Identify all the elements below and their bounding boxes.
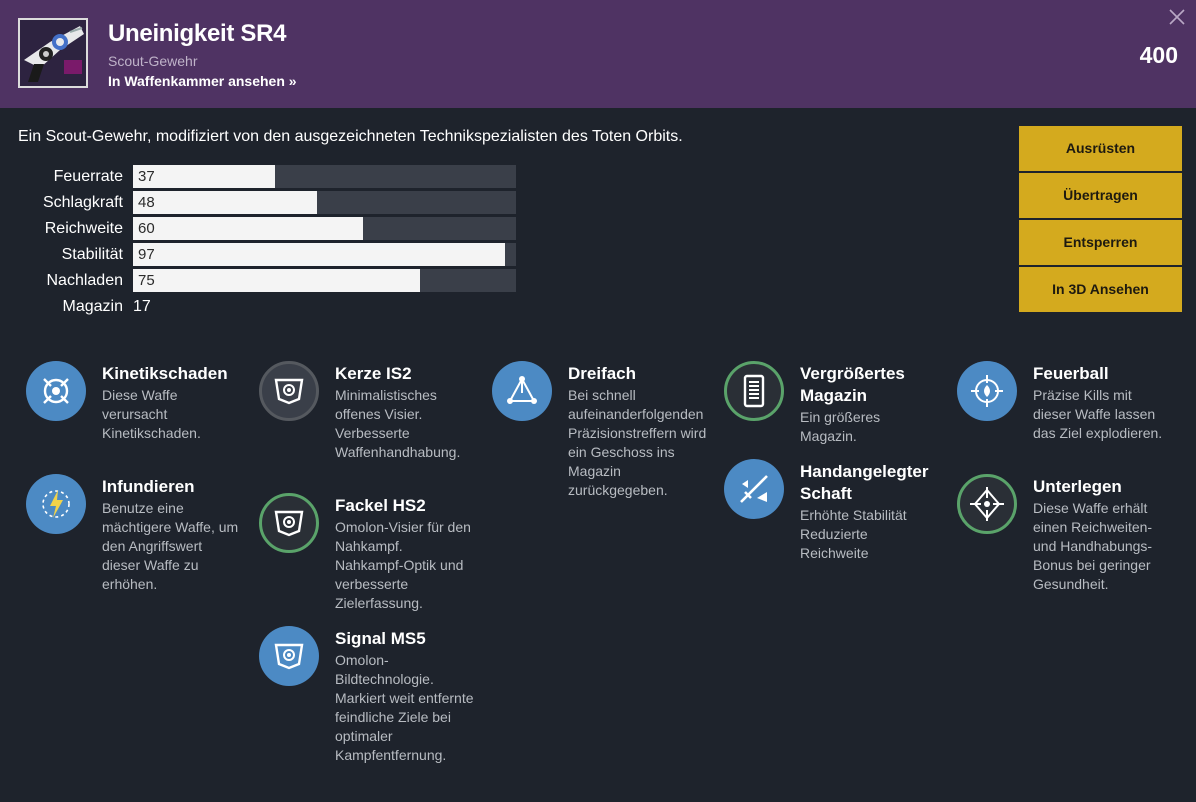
perk-name: Signal MS5 xyxy=(335,629,426,648)
perk-desc: Minimalistisches offenes Visier. Verbess… xyxy=(335,387,461,460)
perk-name: Handangelegter Schaft xyxy=(800,462,929,503)
stat-value: 48 xyxy=(138,194,155,211)
stock-icon xyxy=(724,459,784,519)
transfer-button[interactable]: Übertragen xyxy=(1019,173,1182,218)
item-type: Scout-Gewehr xyxy=(108,53,198,69)
equip-button[interactable]: Ausrüsten xyxy=(1019,126,1182,171)
perk-desc: Bei schnell aufeinanderfolgenden Präzisi… xyxy=(568,387,707,498)
item-name: Uneinigkeit SR4 xyxy=(108,20,287,47)
stat-value: 75 xyxy=(138,272,155,289)
magazine-label: Magazin xyxy=(62,298,123,315)
kinetic-icon xyxy=(26,361,86,421)
armory-link[interactable]: In Waffenkammer ansehen » xyxy=(108,73,297,89)
perk-desc: Erhöhte Stabilität Reduzierte Reichweite xyxy=(800,507,907,561)
close-icon[interactable] xyxy=(1168,8,1186,26)
perk-name: Fackel HS2 xyxy=(335,496,426,515)
stat-name: Stabilität xyxy=(61,246,123,263)
fireball-icon xyxy=(957,361,1017,421)
perk-name: Vergrößertes Magazin xyxy=(800,364,905,405)
sight-icon xyxy=(259,626,319,686)
stat-value: 60 xyxy=(138,220,155,237)
perk-name: Dreifach xyxy=(568,364,637,383)
perk-desc: Omolon-Visier für den Nahkampf. Nahkampf… xyxy=(335,519,471,611)
perk-name: Unterlegen xyxy=(1033,477,1122,496)
stat-bar: 48 xyxy=(133,191,516,214)
infuse-icon xyxy=(26,474,86,534)
perk-name: Infundieren xyxy=(102,477,195,496)
triple-icon xyxy=(492,361,552,421)
stat-name: Feuerrate xyxy=(53,168,123,185)
unlock-button[interactable]: Entsperren xyxy=(1019,220,1182,265)
item-header: Uneinigkeit SR4 Scout-Gewehr In Waffenka… xyxy=(0,0,1196,108)
stat-fill xyxy=(133,191,317,214)
stat-bar: 37 xyxy=(133,165,516,188)
perk-desc: Ein größeres Magazin. xyxy=(800,409,881,444)
action-buttons: Ausrüsten Übertragen Entsperren In 3D An… xyxy=(1019,126,1182,314)
power-level: 400 xyxy=(1139,42,1178,68)
stat-fill xyxy=(133,217,363,240)
crosshair-icon xyxy=(957,474,1017,534)
weapon-thumbnail xyxy=(18,18,88,88)
stat-name: Reichweite xyxy=(44,220,123,237)
perk-name: Feuerball xyxy=(1033,364,1109,383)
stat-name: Schlagkraft xyxy=(42,194,123,211)
view-3d-button[interactable]: In 3D Ansehen xyxy=(1019,267,1182,312)
stat-fill xyxy=(133,269,421,292)
perk-desc: Diese Waffe verursacht Kinetikschaden. xyxy=(102,387,201,441)
perk-desc: Omolon-Bildtechnologie. Markiert weit en… xyxy=(335,652,474,763)
item-description: Ein Scout-Gewehr, modifiziert von den au… xyxy=(18,128,683,145)
stat-value: 97 xyxy=(138,246,155,263)
stat-name: Nachladen xyxy=(46,272,124,289)
perk-desc: Diese Waffe erhält einen Reichweiten- un… xyxy=(1033,500,1153,592)
stat-bar: 97 xyxy=(133,243,516,266)
sight-icon xyxy=(259,493,319,553)
perk-name: Kinetikschaden xyxy=(102,364,228,383)
magazine-icon xyxy=(724,361,784,421)
stat-value: 37 xyxy=(138,168,155,185)
perk-desc: Präzise Kills mit dieser Waffe lassen da… xyxy=(1033,387,1163,441)
stat-bar: 75 xyxy=(133,269,516,292)
stat-fill xyxy=(133,243,505,266)
sight-icon xyxy=(259,361,319,421)
perk-name: Kerze IS2 xyxy=(335,364,412,383)
stat-bar: 60 xyxy=(133,217,516,240)
perk-desc: Benutze eine mächtigere Waffe, um den An… xyxy=(102,500,239,592)
magazine-value: 17 xyxy=(133,298,151,315)
